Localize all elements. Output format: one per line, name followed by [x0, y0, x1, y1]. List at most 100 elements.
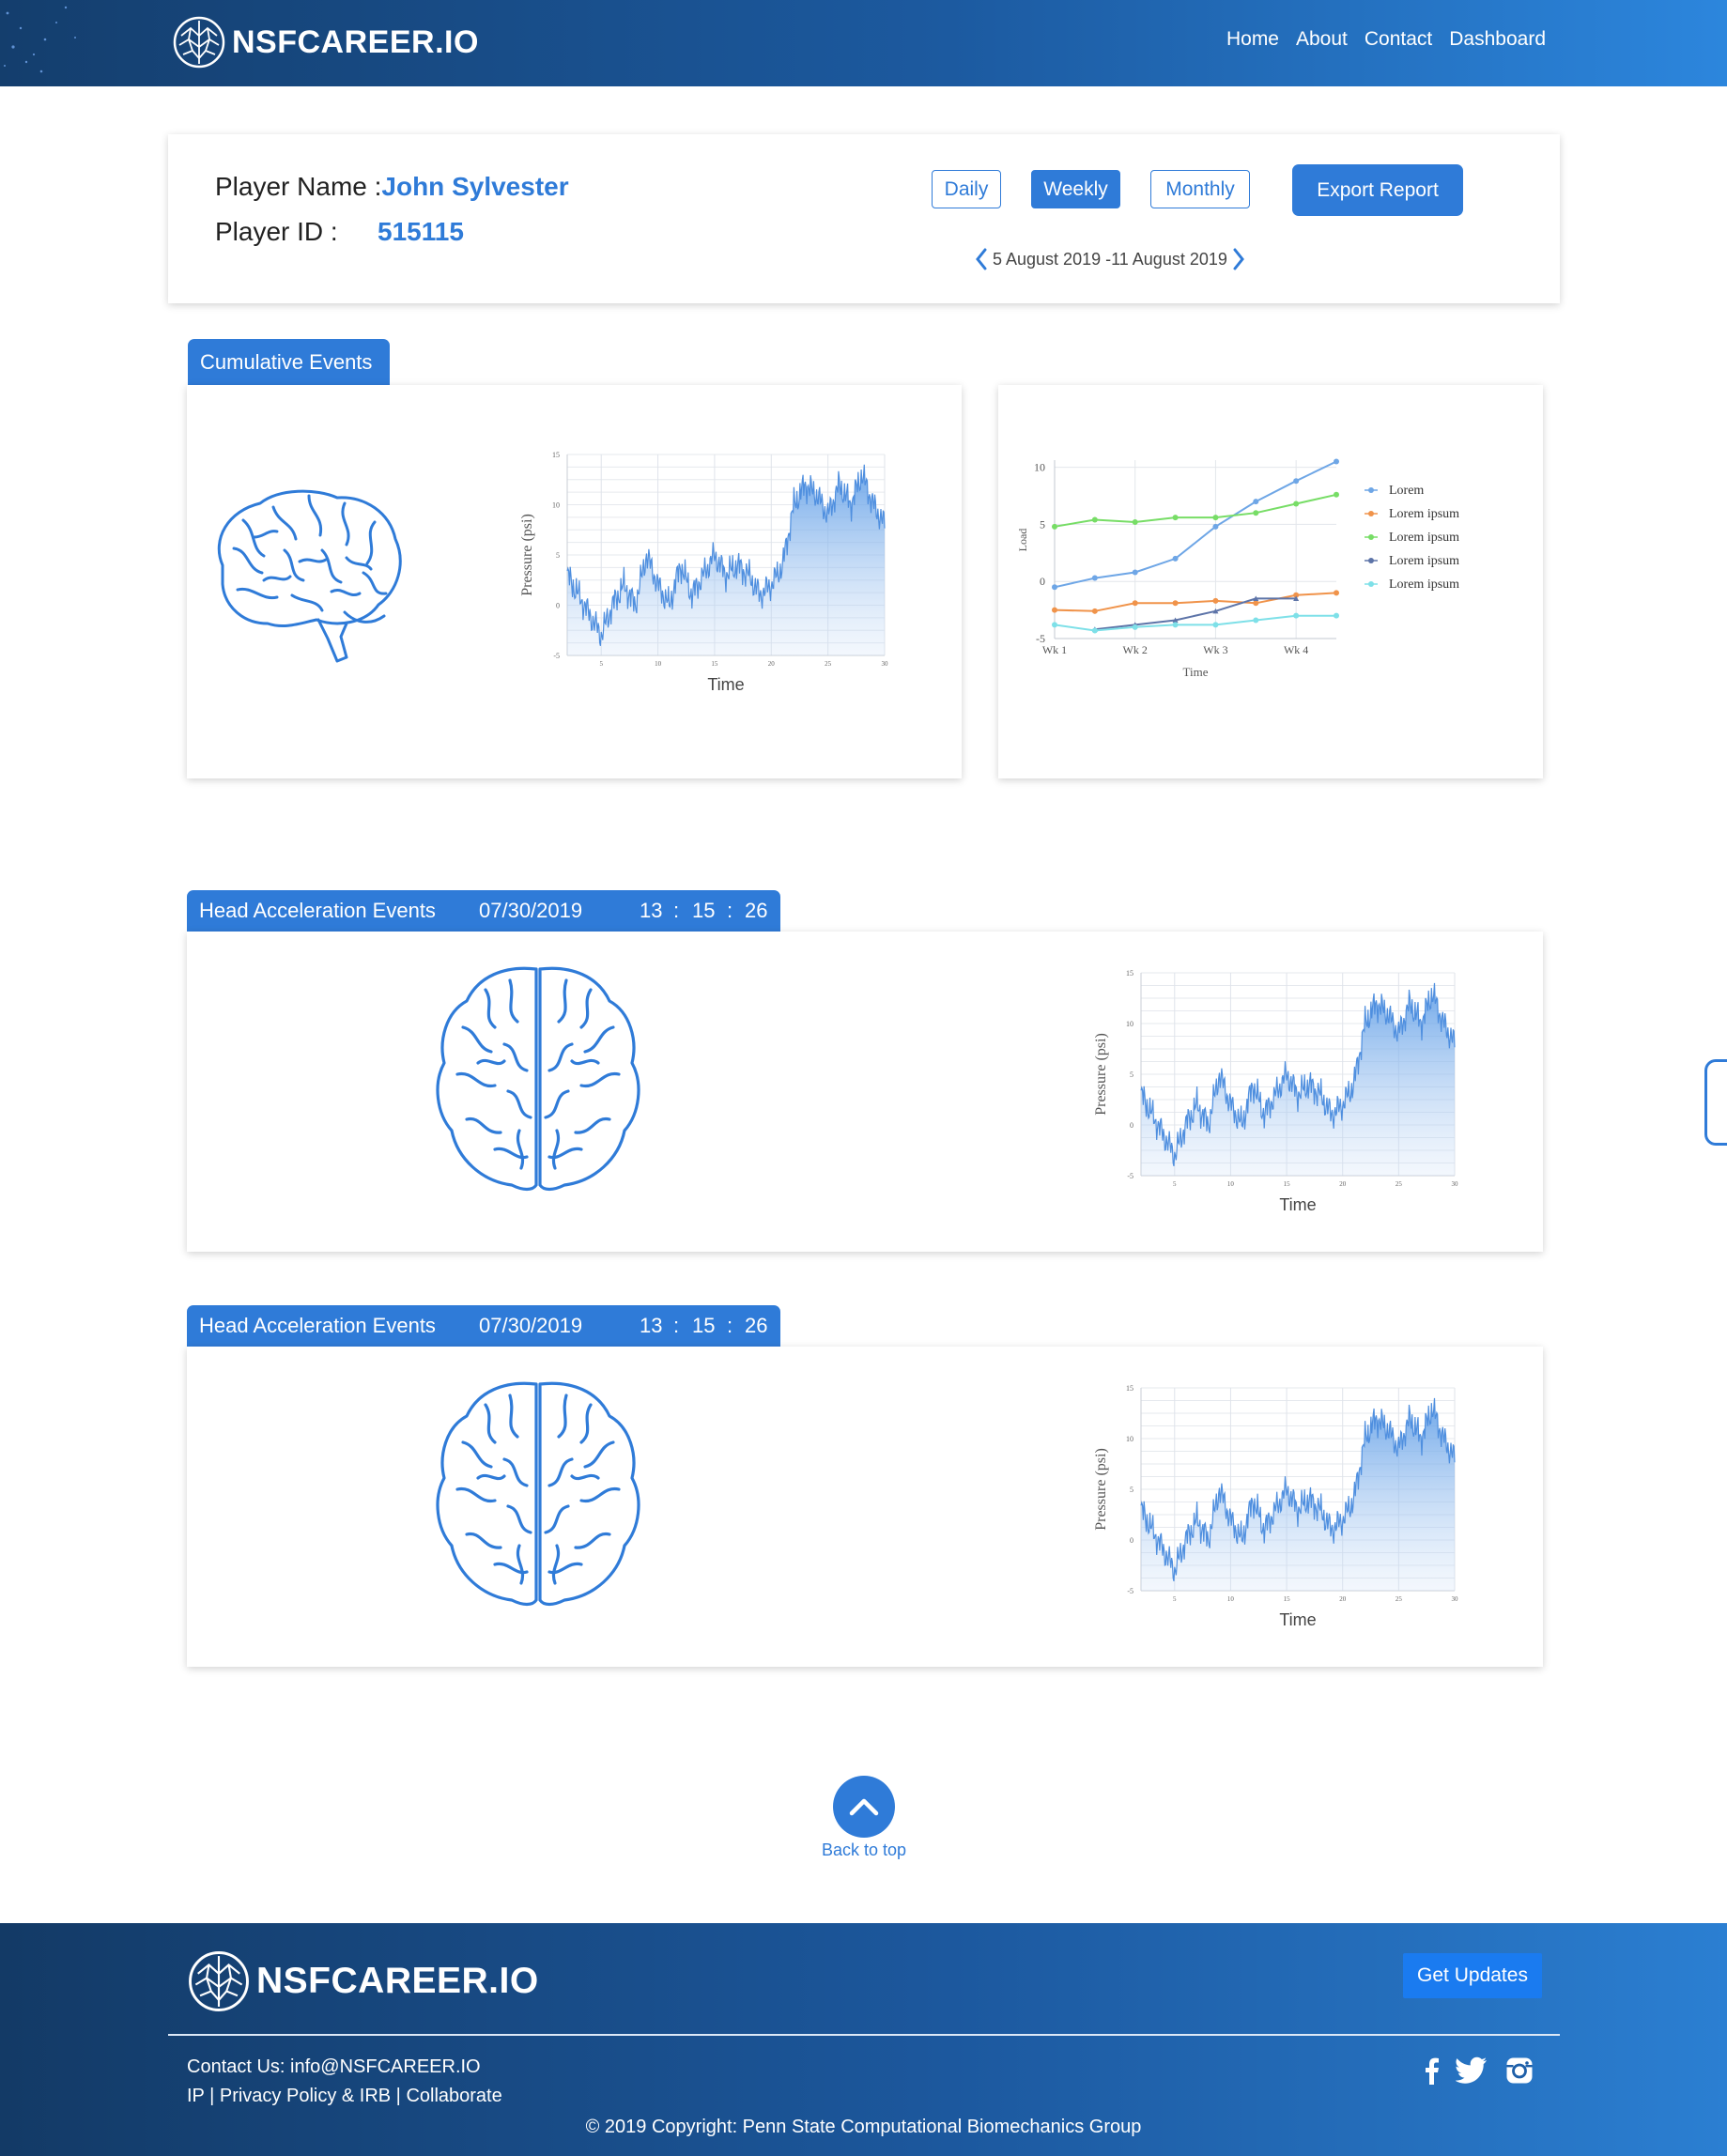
- x-tick-label: 25: [1395, 1595, 1403, 1603]
- series-point: [1172, 515, 1179, 521]
- y-axis-label: Pressure (psi): [1093, 1448, 1109, 1531]
- brain-fold-left: [502, 1042, 529, 1072]
- head-pressure-chart-1: -5 0 5 10 15 5 10 15 20 25 30 Time Pressure (psi): [1093, 969, 1458, 1214]
- brain-fold-right: [570, 1473, 600, 1481]
- brain-fold-right: [583, 1440, 615, 1469]
- x-tick-label: Wk 4: [1284, 643, 1308, 656]
- brain-fold-left: [517, 1129, 524, 1170]
- back-to-top-label[interactable]: Back to top: [821, 1840, 907, 1860]
- facebook-icon[interactable]: [1420, 2056, 1442, 2085]
- series-line: [1054, 493, 1337, 528]
- chevron-right-icon[interactable]: [1231, 247, 1246, 271]
- brain-fold-left: [476, 1473, 506, 1481]
- brain-fold-left: [455, 1071, 497, 1088]
- series-point: [1052, 584, 1057, 591]
- footer-link-collaborate[interactable]: Collaborate: [406, 2086, 501, 2106]
- series-point: [1052, 607, 1057, 613]
- legend-label: Lorem: [1389, 484, 1424, 498]
- twitter-icon[interactable]: [1456, 2056, 1488, 2085]
- series-point: [1132, 600, 1138, 607]
- date-range-text: 5 August 2019 -11 August 2019: [993, 249, 1227, 269]
- footer-copyright: © 2019 Copyright: Penn State Computation…: [585, 2117, 1142, 2137]
- chevron-left-icon[interactable]: [974, 247, 989, 271]
- legend-label: Lorem ipsum: [1389, 507, 1459, 521]
- legend-swatch: [1368, 534, 1374, 540]
- decor-dots: [4, 6, 76, 73]
- brain-fold-left: [508, 978, 519, 1024]
- legend-swatch: [1368, 487, 1374, 493]
- legend-label: Lorem ipsum: [1389, 578, 1459, 592]
- time-sep: :: [727, 1314, 733, 1337]
- x-tick-label: 20: [1339, 1180, 1347, 1188]
- export-report-button[interactable]: Export Report: [1292, 164, 1463, 216]
- brain-fold-right: [544, 1089, 570, 1119]
- side-drawer-handle[interactable]: [1704, 1059, 1727, 1146]
- series-point: [1293, 478, 1300, 485]
- series-point: [1253, 600, 1259, 607]
- series-point: [1293, 500, 1300, 507]
- legend-swatch: [1368, 558, 1374, 563]
- series-point: [1334, 590, 1339, 596]
- nav-about[interactable]: About: [1296, 28, 1348, 51]
- x-tick-label: 25: [825, 660, 832, 668]
- y-tick-label: 10: [1126, 1020, 1133, 1028]
- x-tick-label: 10: [1227, 1595, 1235, 1603]
- head-events-minute: 15: [692, 899, 716, 922]
- y-tick-label: 0: [1130, 1121, 1133, 1130]
- brand-name: NSFCAREER.IO: [232, 23, 479, 60]
- cumulative-events-tab[interactable]: Cumulative Events: [188, 339, 390, 385]
- footer-contact[interactable]: Contact Us: info@NSFCAREER.IO: [187, 2056, 481, 2078]
- y-tick-label: -5: [553, 652, 560, 660]
- brain-fold-left: [455, 1486, 497, 1503]
- x-tick-label: 25: [1395, 1180, 1403, 1188]
- brain-fold-left: [465, 1116, 502, 1134]
- brain-fold-right: [552, 1129, 560, 1170]
- nav-dashboard[interactable]: Dashboard: [1449, 28, 1546, 51]
- brain-fold-right: [574, 1532, 611, 1549]
- series-point: [1091, 575, 1098, 581]
- footer-link-privacy[interactable]: Privacy Policy & IRB: [220, 2086, 391, 2106]
- period-weekly-button[interactable]: Weekly: [1031, 170, 1120, 208]
- legend-swatch: [1368, 511, 1374, 516]
- time-sep: :: [673, 1314, 680, 1337]
- series-point: [1212, 523, 1219, 530]
- footer-brand-logo[interactable]: NSFCAREER.IO: [187, 1949, 539, 2013]
- period-daily-button[interactable]: Daily: [932, 170, 1001, 208]
- x-tick-label: 5: [1173, 1180, 1177, 1188]
- brand-logo[interactable]: NSFCAREER.IO: [172, 15, 479, 69]
- x-axis-label: Time: [707, 675, 744, 694]
- footer-link-ip[interactable]: IP: [187, 2086, 205, 2106]
- pressure-area: [1141, 982, 1455, 1176]
- legend-label: Lorem ipsum: [1389, 554, 1459, 568]
- x-tick-label: 5: [599, 660, 603, 668]
- brain-fold-right: [579, 1403, 593, 1444]
- nav-home[interactable]: Home: [1226, 28, 1279, 51]
- brain-fold-left: [506, 1504, 532, 1534]
- brain-top-icon: [436, 966, 640, 1192]
- instagram-icon[interactable]: [1505, 2056, 1534, 2085]
- x-tick-label: Wk 3: [1203, 643, 1227, 656]
- head-events-tab-1[interactable]: Head Acceleration Events 07/30/2019 13 :…: [187, 890, 780, 932]
- y-tick-label: 15: [1126, 1384, 1133, 1393]
- nav-contact[interactable]: Contact: [1365, 28, 1432, 51]
- y-axis-label: Pressure (psi): [1093, 1033, 1109, 1116]
- head-events-tab-2[interactable]: Head Acceleration Events 07/30/2019 13 :…: [187, 1305, 780, 1347]
- series-point: [1132, 624, 1138, 630]
- brain-fold-right: [579, 1071, 621, 1088]
- x-tick-label: 10: [1227, 1180, 1235, 1188]
- x-axis-label: Time: [1183, 665, 1209, 679]
- series-point: [1052, 622, 1057, 628]
- back-to-top-button[interactable]: [833, 1776, 895, 1838]
- get-updates-button[interactable]: Get Updates: [1403, 1953, 1542, 1998]
- player-name-value: John Sylvester: [381, 172, 569, 201]
- brain-fold-right: [583, 1025, 615, 1054]
- head-events-hour: 13: [640, 899, 663, 922]
- brain-fold-left: [484, 1403, 497, 1444]
- x-axis-label: Time: [1279, 1195, 1316, 1214]
- footer-divider: [168, 2034, 1560, 2036]
- brain-fold-left: [506, 1089, 532, 1119]
- x-axis-label: Time: [1279, 1610, 1316, 1629]
- y-tick-label: 5: [556, 551, 560, 560]
- head-events-hour: 13: [640, 1314, 663, 1337]
- period-monthly-button[interactable]: Monthly: [1150, 170, 1250, 208]
